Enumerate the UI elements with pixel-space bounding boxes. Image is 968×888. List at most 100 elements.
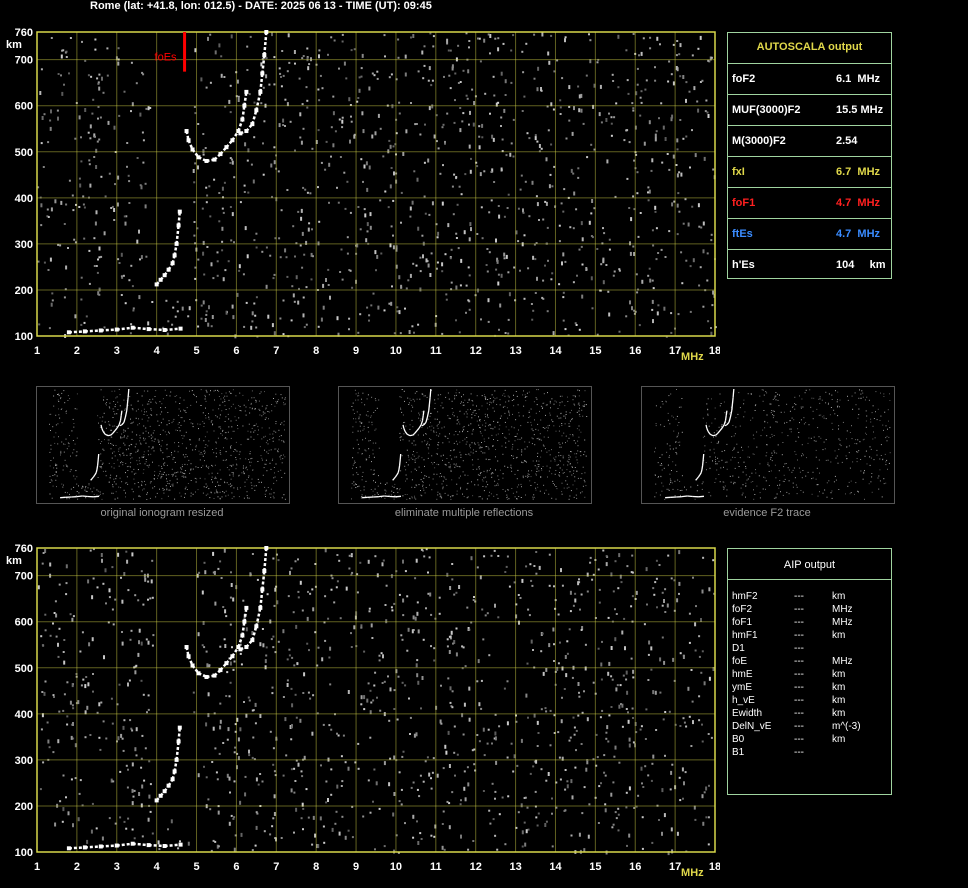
thumb-trace [102,428,103,431]
noise-dot [281,50,283,52]
y-tick-label: 300 [15,239,33,251]
noise-dot [711,442,712,443]
noise-dot [576,488,577,489]
noise-dot [557,465,558,466]
noise-dot [434,474,435,475]
noise-dot [845,493,846,494]
noise-dot [481,136,483,138]
noise-dot [496,398,497,399]
noise-dot [474,484,475,485]
noise-dot [328,202,330,204]
noise-dot [801,419,802,420]
noise-dot [579,390,580,391]
noise-dot [271,410,272,411]
noise-dot [250,451,251,452]
noise-dot [626,691,628,695]
noise-dot [282,397,283,398]
noise-dot [472,430,473,431]
noise-dot [464,413,465,414]
noise-dot [138,401,139,402]
noise-dot [219,405,220,406]
noise-dot [167,465,168,466]
noise-dot [794,468,795,469]
noise-dot [341,126,343,128]
noise-dot [49,746,51,748]
noise-dot [509,415,510,416]
noise-dot [512,414,513,415]
thumb-trace [91,479,92,481]
noise-dot [579,405,580,406]
noise-dot [463,460,464,461]
noise-dot [642,816,644,818]
noise-dot [513,458,514,459]
noise-dot [139,423,140,424]
noise-dot [883,393,884,394]
noise-dot [283,333,285,335]
noise-dot [831,407,832,408]
noise-dot [118,451,119,452]
noise-dot [423,639,425,641]
noise-dot [690,311,692,313]
noise-dot [124,437,125,438]
noise-dot [123,400,124,401]
noise-dot [459,452,460,453]
trace-segment [264,32,266,55]
noise-dot [81,41,83,43]
noise-dot [204,395,205,396]
noise-dot [590,144,592,146]
noise-dot [50,109,52,113]
noise-dot [753,435,754,436]
noise-dot [209,34,211,36]
noise-dot [86,491,87,492]
noise-dot [409,216,411,218]
trace-segment [226,140,232,147]
noise-dot [350,116,352,118]
noise-dot [723,489,724,490]
noise-dot [740,457,741,458]
noise-dot [419,414,420,415]
noise-dot [105,195,107,197]
noise-dot [523,415,524,416]
noise-dot [362,439,363,440]
noise-dot [273,277,275,279]
thumb-trace [725,416,726,421]
noise-dot [137,393,138,394]
noise-dot [256,813,258,815]
noise-dot [601,710,603,712]
noise-dot [464,770,466,772]
noise-dot [459,411,460,412]
noise-dot [774,498,775,499]
noise-dot [236,459,237,460]
noise-dot [206,246,208,248]
noise-dot [580,94,582,98]
noise-dot [737,414,738,415]
noise-dot [267,440,268,441]
noise-dot [613,824,615,826]
noise-dot [649,120,651,124]
noise-dot [352,426,353,427]
noise-dot [491,402,492,403]
noise-dot [665,256,667,258]
noise-dot [51,292,53,294]
noise-dot [273,441,274,442]
noise-dot [100,702,102,704]
noise-dot [115,478,116,479]
noise-dot [772,436,773,437]
noise-dot [632,246,634,248]
noise-dot [100,256,102,258]
noise-dot [455,465,456,466]
noise-dot [793,487,794,488]
noise-dot [721,460,722,461]
noise-dot [125,302,127,304]
noise-dot [567,441,568,442]
noise-dot [377,408,378,409]
noise-dot [191,496,192,497]
noise-dot [288,62,290,64]
noise-dot [563,433,564,434]
noise-dot [678,313,680,315]
noise-dot [626,565,628,567]
noise-dot [479,409,480,410]
noise-dot [377,492,378,493]
noise-dot [211,420,212,421]
noise-dot [734,482,735,483]
